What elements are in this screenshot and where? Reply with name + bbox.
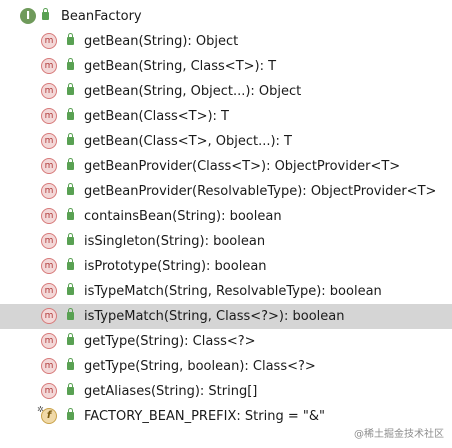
tree-item-label: isTypeMatch(String, ResolvableType): boo… <box>84 284 382 299</box>
public-lock-icon <box>67 33 74 45</box>
public-lock-icon <box>67 108 74 120</box>
public-lock-icon <box>67 333 74 345</box>
method-icon: m <box>41 358 57 374</box>
tree-item-label: getBeanProvider(ResolvableType): ObjectP… <box>84 184 437 199</box>
method-icon: m <box>41 83 57 99</box>
tree-item-method[interactable]: m isTypeMatch(String, ResolvableType): bo… <box>0 279 452 304</box>
tree-item-label: getBean(String): Object <box>84 34 239 49</box>
method-icon: m <box>41 108 57 124</box>
tree-item-method[interactable]: m getBean(Class<T>, Object...): T <box>0 129 452 154</box>
method-icon: m <box>41 133 57 149</box>
public-lock-icon <box>42 8 49 20</box>
public-lock-icon <box>67 158 74 170</box>
tree-root-label: BeanFactory <box>61 9 142 24</box>
tree-item-method[interactable]: m isPrototype(String): boolean <box>0 254 452 279</box>
public-lock-icon <box>67 308 74 320</box>
method-icon: m <box>41 208 57 224</box>
public-lock-icon <box>67 358 74 370</box>
interface-icon: I <box>20 8 36 24</box>
tree-root-beanfactory[interactable]: I BeanFactory <box>0 4 452 29</box>
tree-item-method[interactable]: m isTypeMatch(String, Class<?>): boolean <box>0 304 452 329</box>
structure-tree: I BeanFactory m getBean(String): Object m g… <box>0 4 452 429</box>
method-icon: m <box>41 158 57 174</box>
method-icon: m <box>41 233 57 249</box>
static-modifier-icon: ✲ <box>37 405 44 414</box>
tree-item-method[interactable]: m getBeanProvider(Class<T>): ObjectProvid… <box>0 154 452 179</box>
tree-item-method[interactable]: m getBean(String): Object <box>0 29 452 54</box>
tree-item-method[interactable]: m getBean(String, Object...): Object <box>0 79 452 104</box>
tree-item-method[interactable]: m getBean(String, Class<T>): T <box>0 54 452 79</box>
method-icon: m <box>41 258 57 274</box>
tree-item-label: getBean(Class<T>, Object...): T <box>84 134 292 149</box>
method-icon: m <box>41 283 57 299</box>
tree-item-label: isSingleton(String): boolean <box>84 234 266 249</box>
public-lock-icon <box>67 133 74 145</box>
tree-item-label: isTypeMatch(String, Class<?>): boolean <box>84 309 345 324</box>
tree-item-label: getBean(String, Object...): Object <box>84 84 302 99</box>
public-lock-icon <box>67 183 74 195</box>
tree-item-method[interactable]: m getType(String): Class<?> <box>0 329 452 354</box>
tree-item-method[interactable]: m isSingleton(String): boolean <box>0 229 452 254</box>
tree-item-method[interactable]: m getBean(Class<T>): T <box>0 104 452 129</box>
public-lock-icon <box>67 283 74 295</box>
method-icon: m <box>41 58 57 74</box>
tree-item-label: getType(String): Class<?> <box>84 334 256 349</box>
method-icon: m <box>41 383 57 399</box>
public-lock-icon <box>67 258 74 270</box>
method-icon: m <box>41 333 57 349</box>
public-lock-icon <box>67 408 74 420</box>
tree-item-label: getBean(Class<T>): T <box>84 109 229 124</box>
member-list: m getBean(String): Object m getBean(String,… <box>0 29 452 429</box>
tree-item-method[interactable]: m containsBean(String): boolean <box>0 204 452 229</box>
public-lock-icon <box>67 208 74 220</box>
tree-item-label: getType(String, boolean): Class<?> <box>84 359 316 374</box>
public-lock-icon <box>67 58 74 70</box>
public-lock-icon <box>67 233 74 245</box>
tree-item-method[interactable]: m getAliases(String): String[] <box>0 379 452 404</box>
tree-item-label: isPrototype(String): boolean <box>84 259 267 274</box>
tree-item-label: getBeanProvider(Class<T>): ObjectProvide… <box>84 159 401 174</box>
tree-item-label: containsBean(String): boolean <box>84 209 282 224</box>
tree-item-label: FACTORY_BEAN_PREFIX: String = "&" <box>84 409 325 424</box>
method-icon: m <box>41 33 57 49</box>
public-lock-icon <box>67 383 74 395</box>
tree-item-method[interactable]: m getType(String, boolean): Class<?> <box>0 354 452 379</box>
public-lock-icon <box>67 83 74 95</box>
tree-item-label: getAliases(String): String[] <box>84 384 258 399</box>
tree-item-method[interactable]: m getBeanProvider(ResolvableType): Object… <box>0 179 452 204</box>
method-icon: m <box>41 308 57 324</box>
watermark: @稀土掘金技术社区 <box>354 429 444 440</box>
method-icon: m <box>41 183 57 199</box>
tree-item-label: getBean(String, Class<T>): T <box>84 59 277 74</box>
